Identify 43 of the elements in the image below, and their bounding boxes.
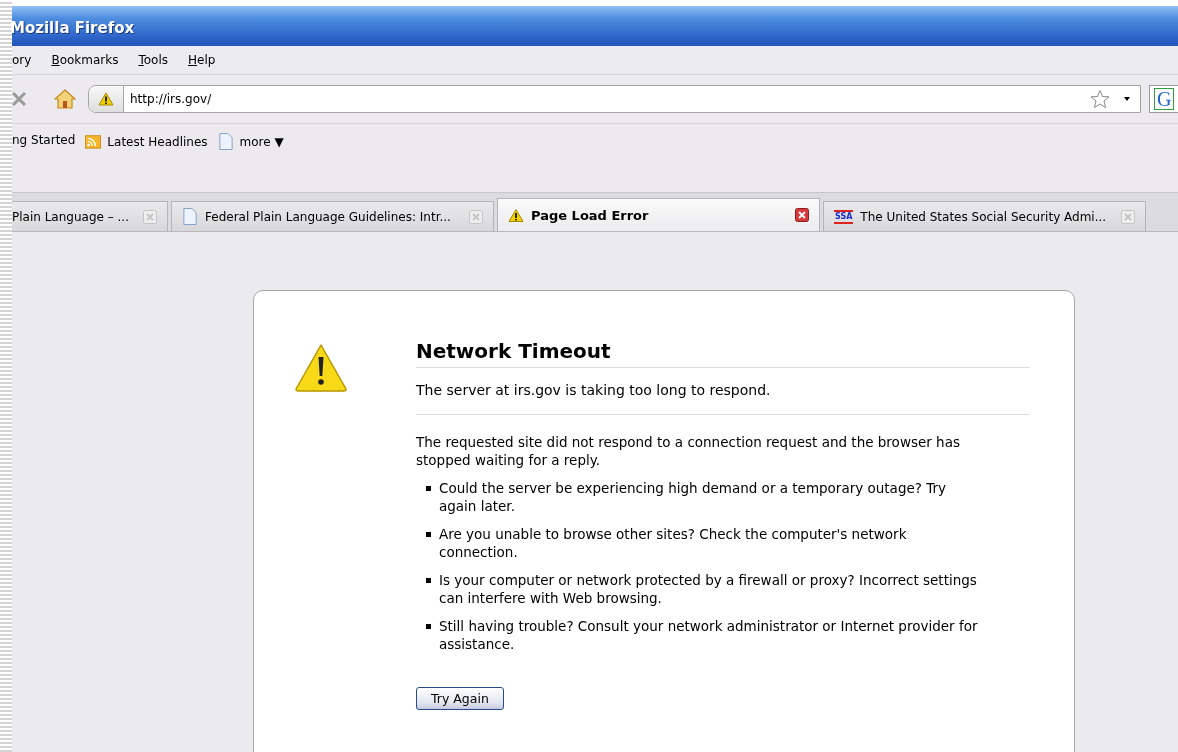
warning-icon bbox=[508, 206, 524, 224]
bookmark-item[interactable]: Latest Headlines bbox=[85, 133, 208, 150]
tab-title: Federal Plain Language Guidelines: Intr... bbox=[205, 209, 452, 224]
warning-icon[interactable] bbox=[98, 92, 114, 106]
suggestion-text: Is your computer or network protected by a firewall or proxy? Incorrect settings can interfere with Web browsing. bbox=[439, 571, 978, 607]
bullet-icon bbox=[426, 578, 431, 583]
stop-icon[interactable] bbox=[12, 92, 26, 106]
menu-item[interactable]: Bookmarks bbox=[51, 53, 119, 67]
dropdown-icon[interactable] bbox=[1124, 97, 1130, 101]
search-engine-logo: G bbox=[1154, 88, 1175, 110]
try-again-button[interactable]: Try Again bbox=[416, 687, 504, 710]
bookmark-item[interactable]: more ▼ bbox=[217, 133, 284, 150]
error-summary: The server at irs.gov is taking too long to respond. bbox=[416, 382, 1030, 415]
page-icon bbox=[182, 208, 198, 225]
tab-title: Page Load Error bbox=[531, 207, 650, 223]
browser-tab[interactable]: SSA The United States Social Security Admi... bbox=[823, 201, 1146, 231]
close-icon[interactable] bbox=[795, 208, 809, 222]
rss-folder-icon bbox=[85, 133, 102, 150]
home-icon[interactable] bbox=[54, 89, 76, 109]
suggestion-text: Are you unable to browse other sites? Check the computer's network connection. bbox=[439, 525, 908, 561]
error-description: The requested site did not respond to a connection request and the browser has stopped waiting for a reply. bbox=[416, 433, 961, 469]
browser-tab[interactable]: Federal Plain Language Guidelines: Intr... bbox=[171, 201, 494, 231]
menu-item[interactable]: Tools bbox=[138, 53, 168, 67]
url-text: http://irs.gov/ bbox=[130, 92, 213, 106]
page-icon bbox=[217, 133, 234, 150]
star-icon[interactable] bbox=[1090, 89, 1110, 109]
warning-icon bbox=[294, 343, 348, 393]
suggestion-text: Could the server be experiencing high demand or a temporary outage? Try again later. bbox=[439, 479, 948, 515]
bookmark-item[interactable]: ng Started bbox=[12, 133, 76, 147]
search-field[interactable]: G bbox=[1149, 85, 1178, 113]
bullet-icon bbox=[426, 486, 431, 491]
suggestion-text: Still having trouble? Consult your network administrator or Internet provider for assistance. bbox=[439, 617, 979, 653]
site-logo: SSA bbox=[834, 209, 854, 224]
browser-tab[interactable]: Plain Language – ... bbox=[12, 201, 168, 231]
bullet-icon bbox=[426, 624, 431, 629]
browser-tab[interactable]: Page Load Error bbox=[497, 198, 820, 231]
tab-title: Plain Language – ... bbox=[12, 209, 130, 224]
menu-item[interactable]: ory bbox=[12, 53, 32, 67]
address-bar[interactable]: http://irs.gov/ bbox=[88, 85, 1141, 113]
error-title: Network Timeout bbox=[416, 339, 1030, 368]
tab-title: The United States Social Security Admi... bbox=[860, 209, 1108, 224]
bullet-icon bbox=[426, 532, 431, 537]
menu-item[interactable]: Help bbox=[188, 53, 216, 67]
